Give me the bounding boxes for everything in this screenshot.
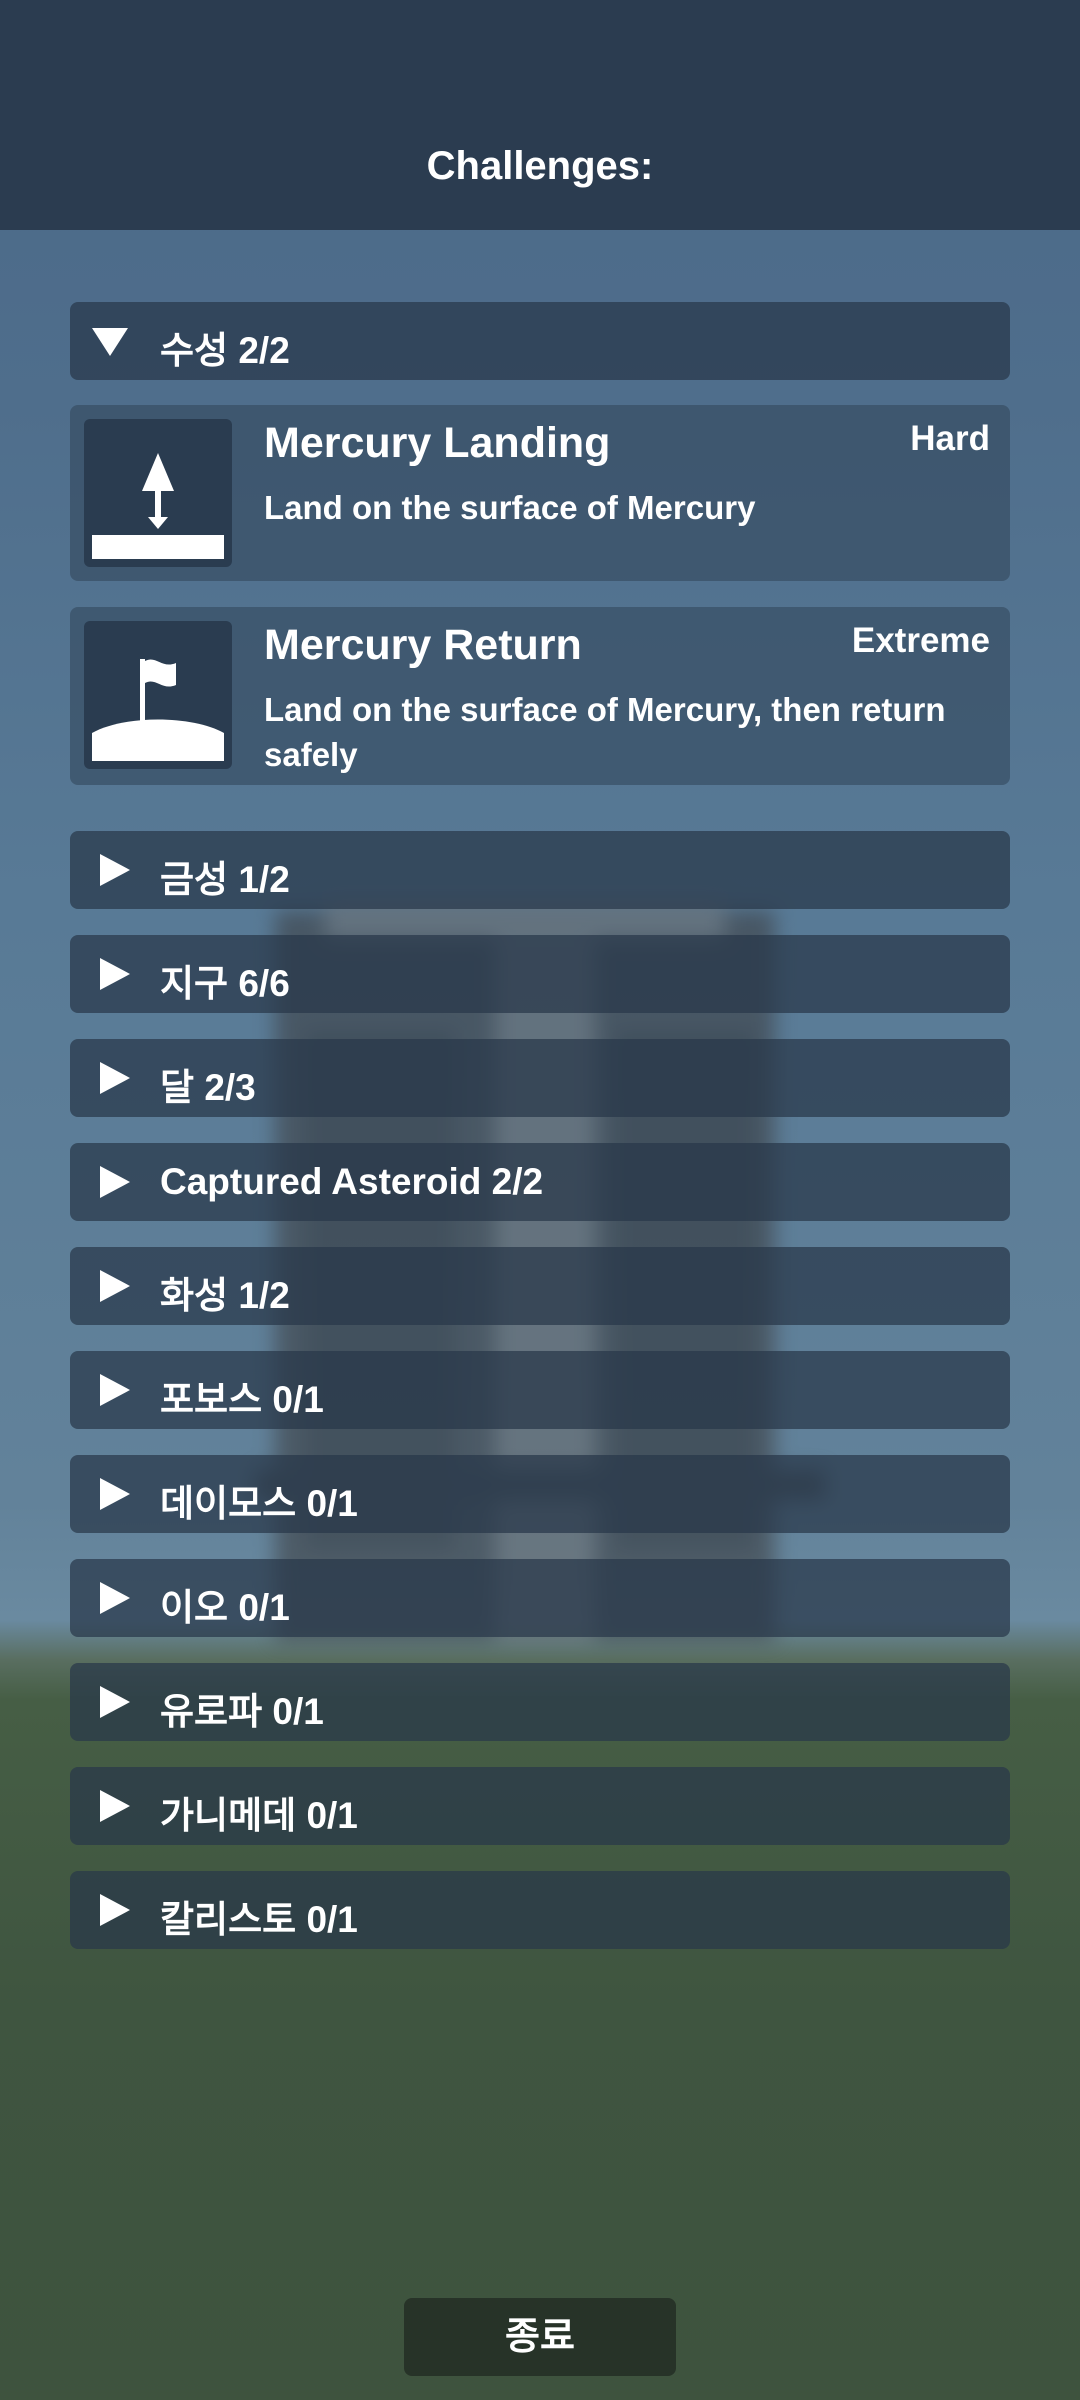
triangle-right-icon — [100, 1270, 130, 1302]
group-header-io[interactable]: 이오 0/1 — [70, 1559, 1010, 1637]
page-title: Challenges: — [426, 144, 654, 188]
triangle-right-icon — [100, 1374, 130, 1406]
triangle-right-icon — [100, 958, 130, 990]
header-bar: Challenges: — [0, 0, 1080, 230]
group-label: 유로파 0/1 — [160, 1691, 324, 1732]
challenge-card-mercury-return[interactable]: Mercury Return Extreme Land on the surfa… — [70, 607, 1010, 785]
triangle-right-icon — [100, 1686, 130, 1718]
group-header-venus[interactable]: 금성 1/2 — [70, 831, 1010, 909]
group-header-deimos[interactable]: 데이모스 0/1 — [70, 1455, 1010, 1533]
flag-icon — [84, 621, 232, 769]
challenges-screen: Challenges: 수성 2/2 Mercury Landing Hard … — [0, 0, 1080, 2400]
challenge-title: Mercury Landing — [264, 419, 611, 467]
group-header-mars[interactable]: 화성 1/2 — [70, 1247, 1010, 1325]
group-label: 칼리스토 0/1 — [160, 1899, 358, 1940]
group-header-captured-asteroid[interactable]: Captured Asteroid 2/2 — [70, 1143, 1010, 1221]
triangle-right-icon — [100, 1062, 130, 1094]
challenge-description: Land on the surface of Mercury, then ret… — [264, 691, 946, 773]
group-label: 금성 1/2 — [160, 859, 290, 900]
group-header-europa[interactable]: 유로파 0/1 — [70, 1663, 1010, 1741]
challenge-card-mercury-landing[interactable]: Mercury Landing Hard Land on the surface… — [70, 405, 1010, 581]
challenge-title: Mercury Return — [264, 621, 582, 669]
group-label: 수성 2/2 — [160, 330, 290, 371]
group-header-phobos[interactable]: 포보스 0/1 — [70, 1351, 1010, 1429]
triangle-right-icon — [100, 1166, 130, 1198]
group-label: 이오 0/1 — [160, 1587, 290, 1628]
group-label: 지구 6/6 — [160, 963, 290, 1004]
exit-button[interactable]: 종료 — [404, 2298, 676, 2376]
group-label: Captured Asteroid 2/2 — [160, 1161, 544, 1202]
group-header-ganymede[interactable]: 가니메데 0/1 — [70, 1767, 1010, 1845]
group-header-callisto[interactable]: 칼리스토 0/1 — [70, 1871, 1010, 1949]
triangle-down-icon — [92, 328, 128, 356]
triangle-right-icon — [100, 1790, 130, 1822]
group-label: 포보스 0/1 — [160, 1379, 324, 1420]
group-header-moon[interactable]: 달 2/3 — [70, 1039, 1010, 1117]
triangle-right-icon — [100, 854, 130, 886]
challenge-difficulty: Hard — [910, 419, 990, 458]
group-header-earth[interactable]: 지구 6/6 — [70, 935, 1010, 1013]
triangle-right-icon — [100, 1478, 130, 1510]
challenge-list: 수성 2/2 Mercury Landing Hard Land on the … — [70, 302, 1010, 1975]
group-label: 가니메데 0/1 — [160, 1795, 358, 1836]
group-header-mercury[interactable]: 수성 2/2 — [70, 302, 1010, 380]
group-label: 데이모스 0/1 — [160, 1483, 358, 1524]
triangle-right-icon — [100, 1582, 130, 1614]
group-label: 화성 1/2 — [160, 1275, 290, 1316]
group-label: 달 2/3 — [160, 1067, 256, 1108]
challenge-difficulty: Extreme — [851, 621, 990, 660]
challenge-description: Land on the surface of Mercury — [264, 489, 756, 526]
triangle-right-icon — [100, 1894, 130, 1926]
landing-icon — [84, 419, 232, 567]
